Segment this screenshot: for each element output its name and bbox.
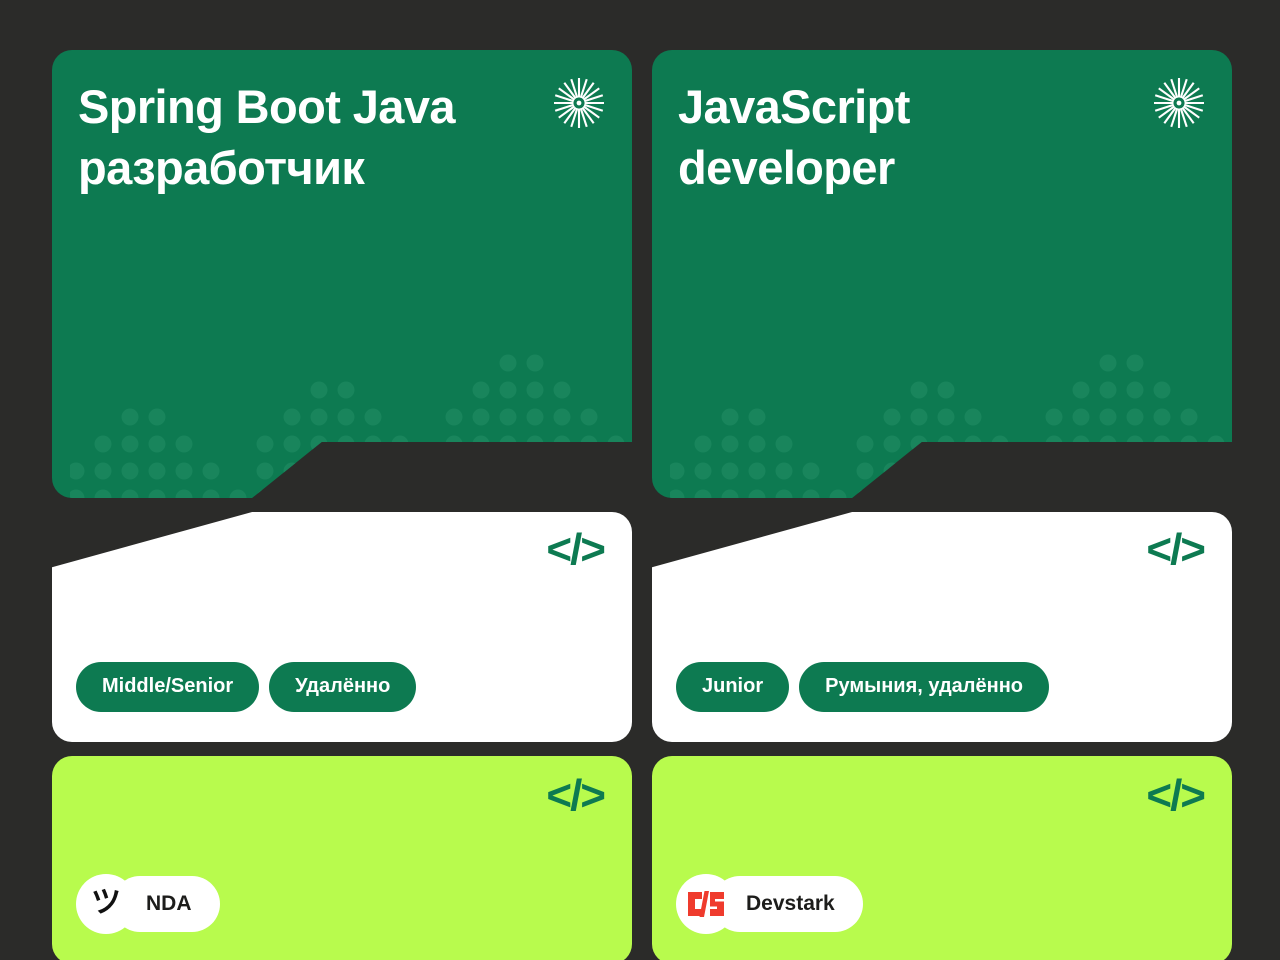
tag-level[interactable]: Junior <box>676 662 790 712</box>
dot-pattern-decoration <box>70 354 625 498</box>
starburst-icon <box>554 78 604 128</box>
starburst-icon <box>1154 78 1204 128</box>
card-company-panel: </> ツ NDA <box>52 756 632 960</box>
code-brackets-icon: </> <box>1146 771 1206 820</box>
tag-list: Junior Румыния, удалённо <box>676 662 1050 712</box>
devstark-logo-glyph <box>688 891 724 917</box>
devstark-logo-icon <box>676 874 736 934</box>
tag-level[interactable]: Middle/Senior <box>76 662 260 712</box>
code-brackets-icon: </> <box>1146 525 1206 574</box>
nda-smiley-glyph: ツ <box>91 886 121 919</box>
tag-location[interactable]: Удалённо <box>269 662 417 712</box>
vacancy-card-javascript-developer[interactable]: JavaScript developer </> Junior Румыния,… <box>652 50 1232 960</box>
card-hero-panel: JavaScript developer <box>652 50 1232 498</box>
company-chip[interactable]: ツ NDA <box>76 874 220 934</box>
tag-list: Middle/Senior Удалённо <box>76 662 417 712</box>
vacancy-card-spring-boot-java[interactable]: Spring Boot Java разработчик </> Middle/… <box>52 50 632 960</box>
vacancy-cards-board: Spring Boot Java разработчик </> Middle/… <box>0 0 1280 960</box>
card-title: Spring Boot Java разработчик <box>78 80 456 194</box>
code-brackets-icon: </> <box>546 771 606 820</box>
card-title: JavaScript developer <box>678 80 910 194</box>
card-tags-panel: </> Middle/Senior Удалённо <box>52 512 632 742</box>
company-chip[interactable]: Devstark <box>676 874 863 934</box>
card-tags-panel: </> Junior Румыния, удалённо <box>652 512 1232 742</box>
card-hero-panel: Spring Boot Java разработчик <box>52 50 632 498</box>
nda-smiley-icon: ツ <box>76 874 136 934</box>
code-brackets-icon: </> <box>546 525 606 574</box>
dot-pattern-decoration <box>670 354 1225 498</box>
tag-location[interactable]: Румыния, удалённо <box>799 662 1050 712</box>
card-company-panel: </> Devstark <box>652 756 1232 960</box>
